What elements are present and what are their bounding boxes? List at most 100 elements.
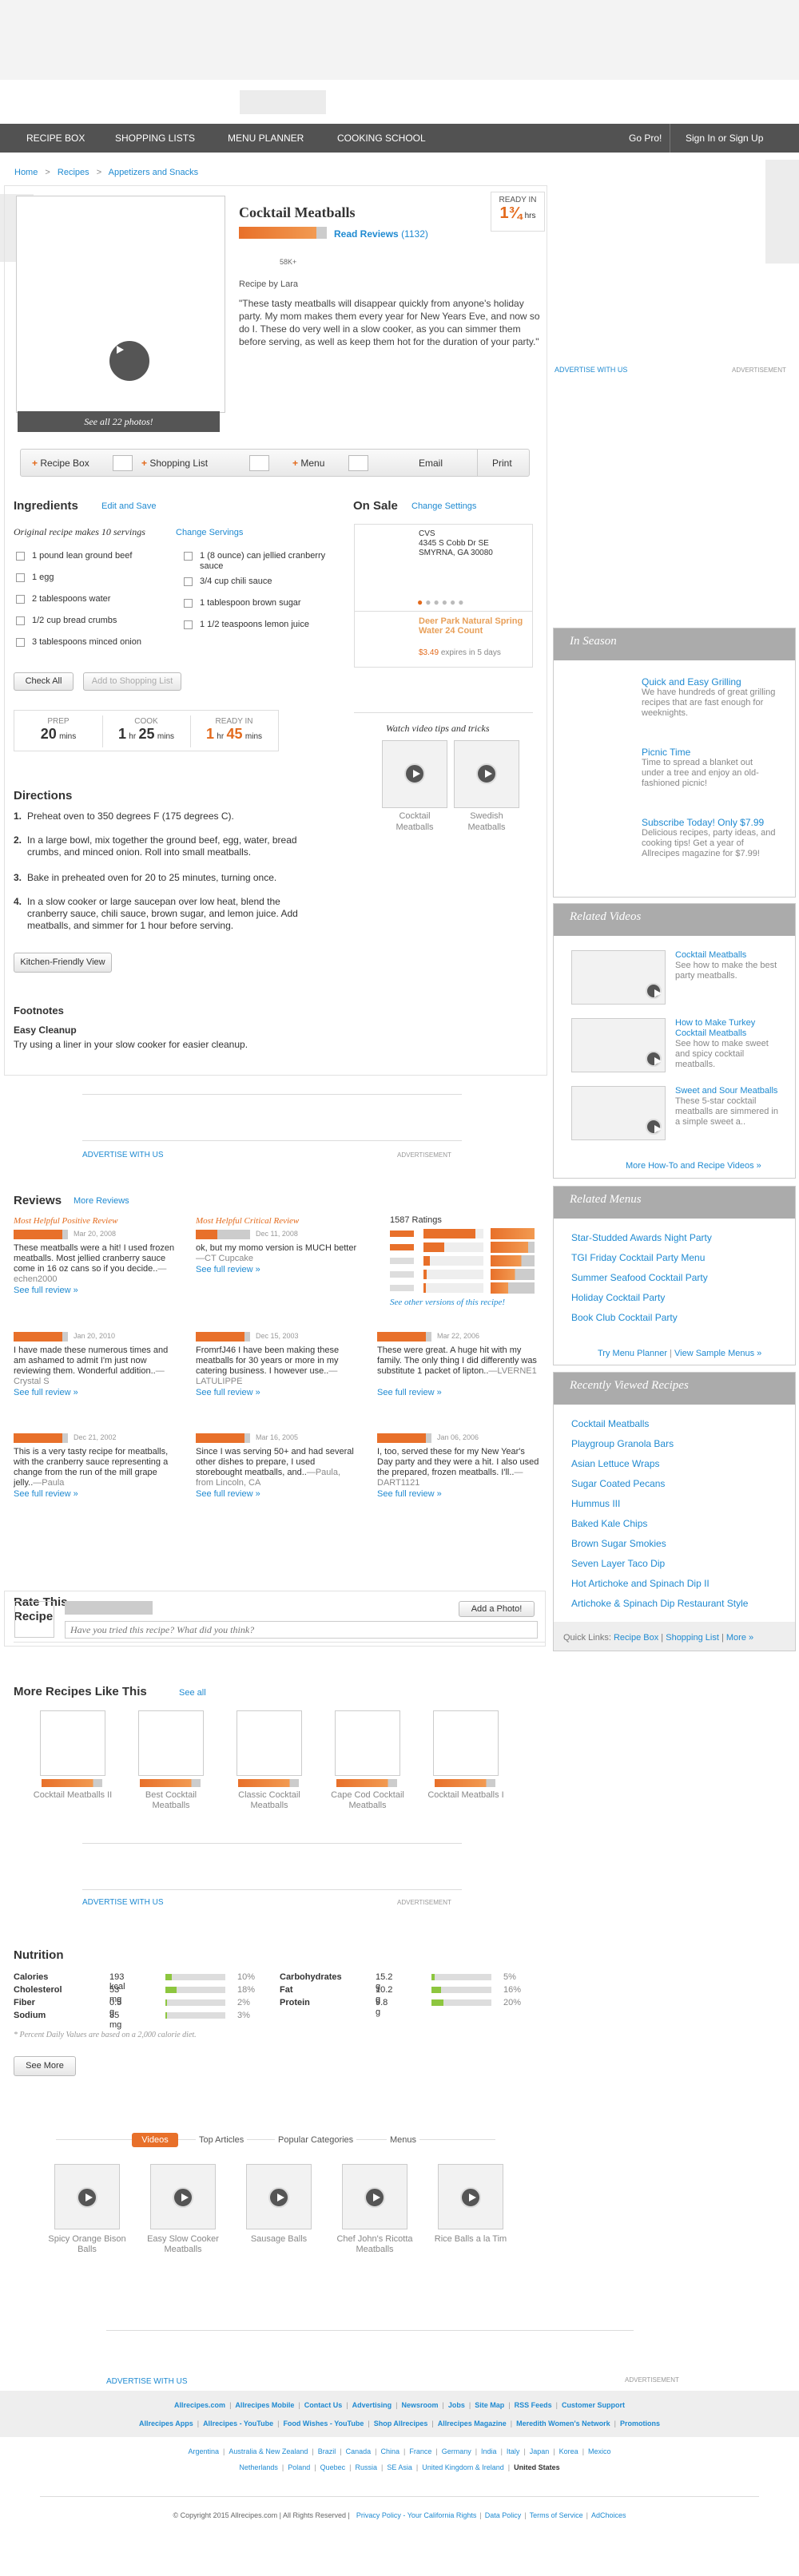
footer-link[interactable]: Allrecipes Mobile <box>235 2401 294 2409</box>
footer-link[interactable]: Allrecipes Apps <box>139 2419 193 2427</box>
shopping-list-toggle[interactable] <box>249 455 269 471</box>
season-thumb[interactable] <box>563 676 635 724</box>
recipe-box-toggle[interactable] <box>113 455 133 471</box>
footer-link[interactable]: Russia <box>355 2463 377 2471</box>
more-recipe-thumb[interactable] <box>433 1710 499 1776</box>
star-input[interactable] <box>65 1601 153 1615</box>
sale-card[interactable]: CVS 4345 S Cobb Dr SE SMYRNA, GA 30080 ●… <box>354 524 533 668</box>
quick-more-link[interactable]: More » <box>726 1633 753 1643</box>
ingredient-checkbox[interactable] <box>16 552 25 561</box>
footer-link[interactable]: United States <box>514 2463 560 2471</box>
legal-link[interactable]: Terms of Service <box>530 2511 583 2519</box>
bottom-video-title[interactable]: Chef John's Ricotta Meatballs <box>332 2234 417 2255</box>
see-full-review-link[interactable]: See full review » <box>377 1388 442 1397</box>
footer-link[interactable]: Promotions <box>620 2419 660 2427</box>
footer-link[interactable]: Brazil <box>318 2447 336 2455</box>
related-menu-link[interactable]: Holiday Cocktail Party <box>571 1292 665 1303</box>
nav-shopping-lists[interactable]: SHOPPING LISTS <box>115 133 195 144</box>
see-full-review-link[interactable]: See full review » <box>14 1388 78 1397</box>
ingredient-checkbox[interactable] <box>184 552 193 561</box>
more-videos-link[interactable]: More How-To and Recipe Videos » <box>626 1161 761 1171</box>
related-menu-link[interactable]: TGI Friday Cocktail Party Menu <box>571 1252 705 1263</box>
related-menu-link[interactable]: Book Club Cocktail Party <box>571 1312 678 1323</box>
footer-link[interactable]: Quebec <box>320 2463 346 2471</box>
recent-recipe-link[interactable]: Cocktail Meatballs <box>571 1418 649 1429</box>
footer-link[interactable]: Contact Us <box>304 2401 343 2409</box>
ingredient-item[interactable]: 1 1/2 teaspoons lemon juice <box>184 620 344 630</box>
recent-recipe-link[interactable]: Brown Sugar Smokies <box>571 1538 666 1549</box>
recent-recipe-link[interactable]: Artichoke & Spinach Dip Restaurant Style <box>571 1598 748 1609</box>
more-reviews-link[interactable]: More Reviews <box>74 1196 129 1206</box>
sale-product[interactable]: Deer Park Natural Spring Water 24 Count <box>419 616 527 636</box>
ingredient-item[interactable]: 2 tablespoons water <box>16 594 176 604</box>
footer-link[interactable]: Jobs <box>448 2401 465 2409</box>
tab-top-articles[interactable]: Top Articles <box>196 2135 248 2145</box>
legal-link[interactable]: Privacy Policy - Your California Rights <box>356 2511 477 2519</box>
quick-shopping-list-link[interactable]: Shopping List <box>666 1633 719 1643</box>
bottom-video-thumb[interactable] <box>342 2164 407 2229</box>
footer-link[interactable]: Allrecipes - YouTube <box>203 2419 273 2427</box>
change-settings-link[interactable]: Change Settings <box>411 501 476 511</box>
bottom-video-title[interactable]: Easy Slow Cooker Meatballs <box>141 2234 225 2255</box>
footer-link[interactable]: Shop Allrecipes <box>374 2419 428 2427</box>
footer-link[interactable]: RSS Feeds <box>515 2401 552 2409</box>
other-versions-link[interactable]: See other versions of this recipe! <box>390 1298 505 1307</box>
ingredient-item[interactable]: 1/2 cup bread crumbs <box>16 616 176 626</box>
ingredient-checkbox[interactable] <box>16 573 25 582</box>
season-thumb[interactable] <box>563 747 635 795</box>
review-input[interactable] <box>65 1621 538 1639</box>
carousel-dots[interactable]: ●●●●●● <box>417 596 467 608</box>
more-recipe-thumb[interactable] <box>237 1710 302 1776</box>
footer-link[interactable]: Japan <box>530 2447 550 2455</box>
see-full-review-link[interactable]: See full review » <box>14 1489 78 1499</box>
more-recipe-title[interactable]: Best Cocktail Meatballs <box>130 1790 212 1811</box>
footer-link[interactable]: Canada <box>346 2447 372 2455</box>
season-thumb[interactable] <box>563 817 635 865</box>
footer-link[interactable]: Newsroom <box>402 2401 439 2409</box>
add-photo-button[interactable]: Add a Photo! <box>459 1601 535 1617</box>
see-full-review-link[interactable]: See full review » <box>196 1489 260 1499</box>
related-video-thumb[interactable] <box>571 950 666 1005</box>
related-video-title[interactable]: How to Make Turkey Cocktail Meatballs <box>675 1018 779 1039</box>
video-tip-thumb-1[interactable] <box>382 740 447 808</box>
footer-link[interactable]: Customer Support <box>562 2401 625 2409</box>
ingredient-checkbox[interactable] <box>16 595 25 604</box>
season-item-title[interactable]: Subscribe Today! Only $7.99 <box>642 817 785 828</box>
footer-link[interactable]: Advertising <box>352 2401 392 2409</box>
tab-popular-categories[interactable]: Popular Categories <box>275 2135 357 2145</box>
sidebar-advertise-link[interactable]: ADVERTISE WITH US <box>555 366 627 374</box>
recent-recipe-link[interactable]: Asian Lettuce Wraps <box>571 1458 660 1469</box>
action-menu[interactable]: + Menu <box>292 458 324 469</box>
more-recipe-title[interactable]: Classic Cocktail Meatballs <box>229 1790 310 1811</box>
footer-link[interactable]: India <box>481 2447 497 2455</box>
related-video-thumb[interactable] <box>571 1018 666 1072</box>
recent-recipe-link[interactable]: Seven Layer Taco Dip <box>571 1558 665 1569</box>
related-video-thumb[interactable] <box>571 1086 666 1140</box>
bottom-video-thumb[interactable] <box>438 2164 503 2229</box>
video-play-icon[interactable] <box>107 339 152 383</box>
nav-recipe-box[interactable]: RECIPE BOX <box>26 133 85 144</box>
ingredient-item[interactable]: 1 egg <box>16 573 176 583</box>
season-item-title[interactable]: Picnic Time <box>642 747 785 758</box>
footer-link[interactable]: SE Asia <box>387 2463 412 2471</box>
footer-link[interactable]: Food Wishes - YouTube <box>283 2419 364 2427</box>
more-recipe-thumb[interactable] <box>335 1710 400 1776</box>
action-recipe-box[interactable]: + Recipe Box <box>32 458 89 469</box>
footer-link[interactable]: Poland <box>288 2463 310 2471</box>
tab-menus[interactable]: Menus <box>387 2135 420 2145</box>
footer-link[interactable]: Site Map <box>475 2401 504 2409</box>
more-recipe-title[interactable]: Cocktail Meatballs I <box>425 1790 507 1801</box>
nav-menu-planner[interactable]: MENU PLANNER <box>228 133 304 144</box>
footer-link[interactable]: China <box>380 2447 400 2455</box>
recipe-photo[interactable] <box>16 196 225 413</box>
footer-link[interactable]: Meredith Women's Network <box>516 2419 610 2427</box>
legal-link[interactable]: Data Policy <box>485 2511 522 2519</box>
bottom-video-title[interactable]: Rice Balls a la Tim <box>428 2234 513 2245</box>
menu-toggle[interactable] <box>348 455 368 471</box>
related-video-title[interactable]: Cocktail Meatballs <box>675 950 779 961</box>
breadcrumb-home[interactable]: Home <box>14 168 38 177</box>
related-video-title[interactable]: Sweet and Sour Meatballs <box>675 1086 779 1096</box>
read-reviews-link[interactable]: Read Reviews <box>334 228 399 240</box>
ingredient-checkbox[interactable] <box>184 620 193 629</box>
footer-link[interactable]: Italy <box>507 2447 520 2455</box>
